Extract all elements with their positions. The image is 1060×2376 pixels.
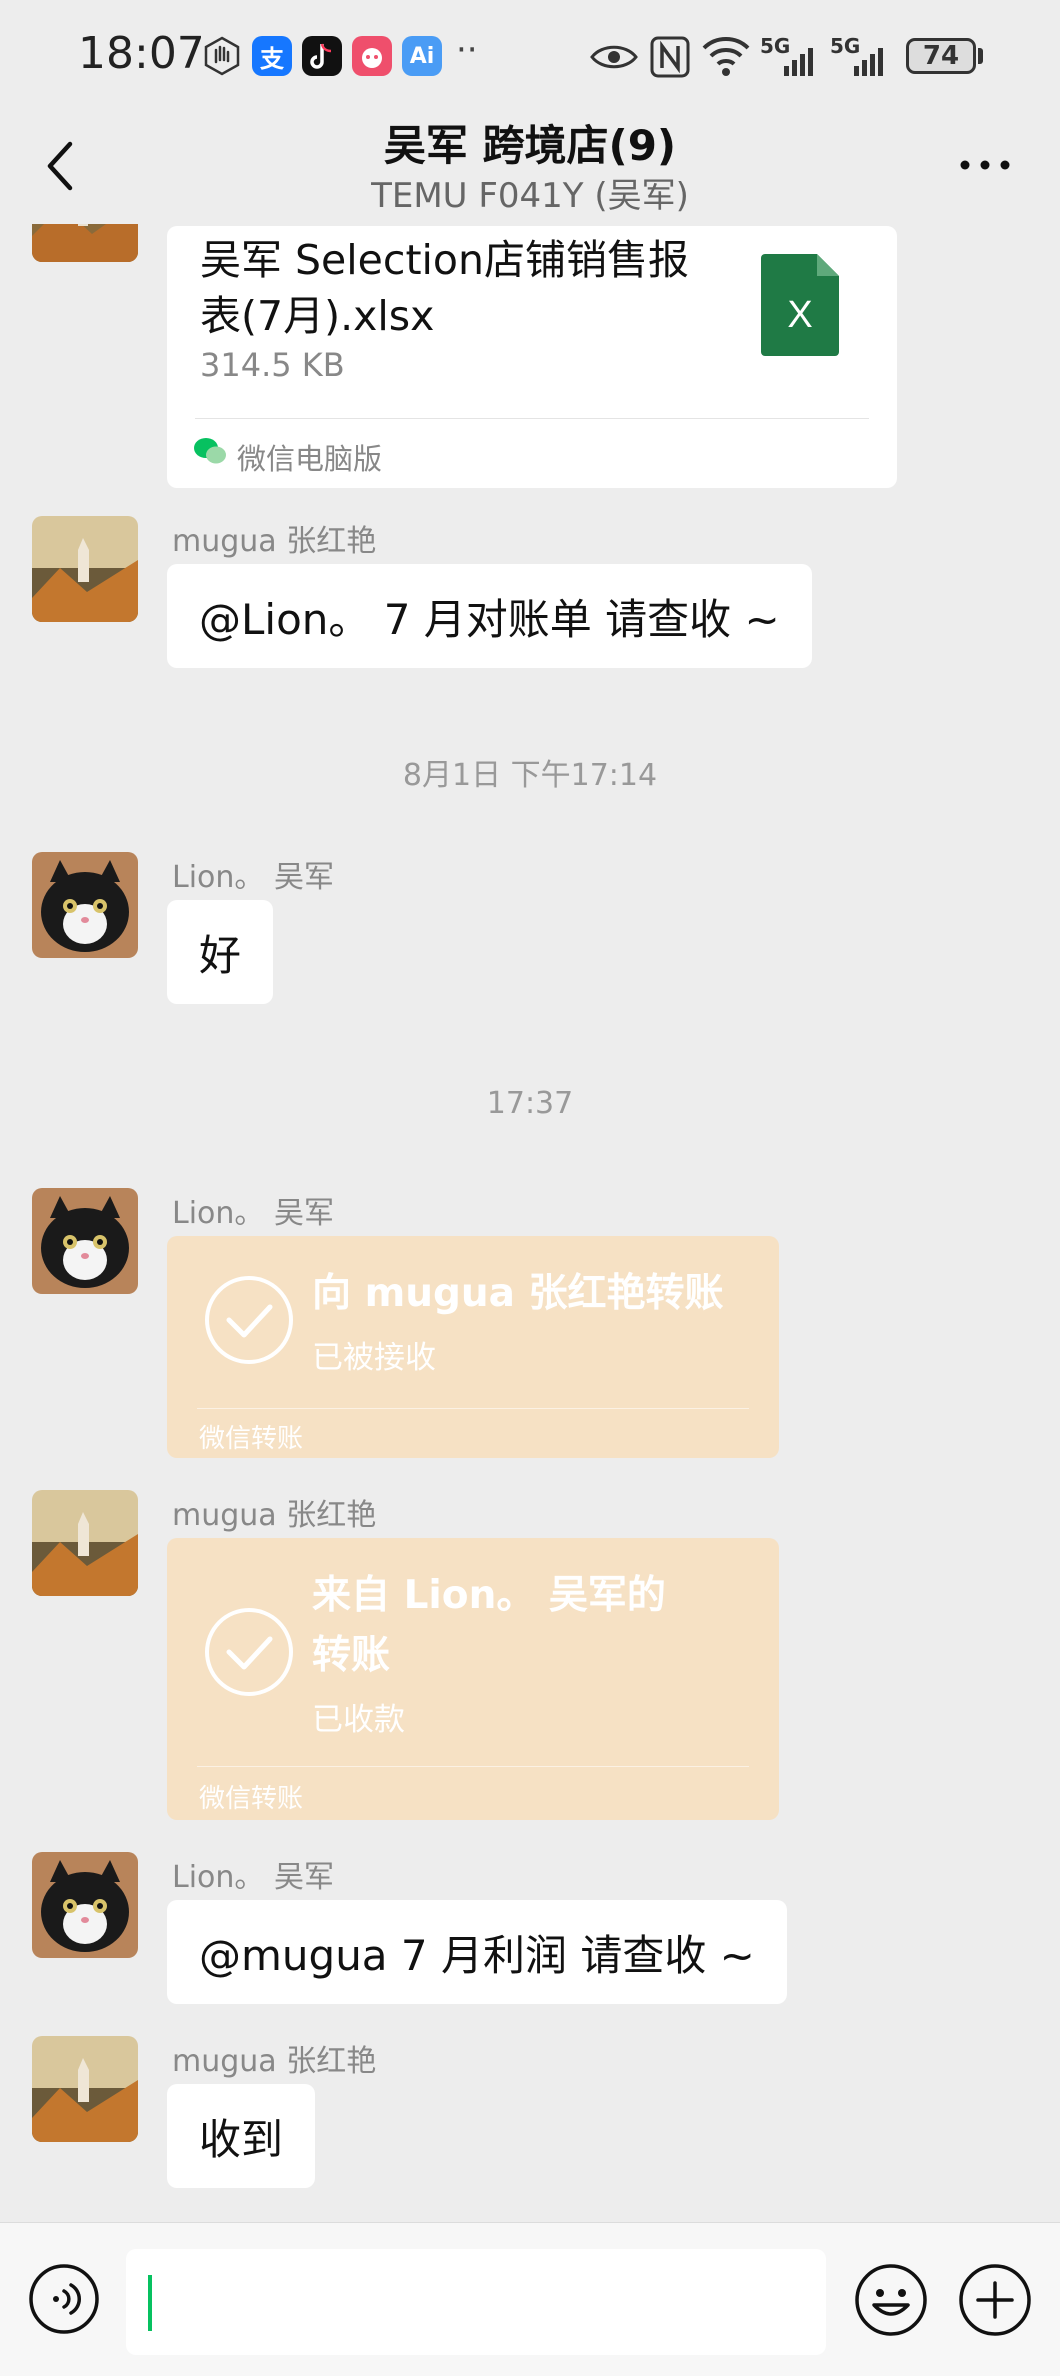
signal-icon — [784, 48, 813, 76]
file-source: 微信电脑版 — [237, 442, 383, 476]
nfc-icon — [650, 36, 690, 78]
excel-icon-letter: X — [787, 294, 813, 336]
voice-input-icon[interactable] — [28, 2263, 100, 2335]
transfer-card-received[interactable]: 来自 Lion。 吴军的 转账 已收款 微信转账 — [167, 1538, 779, 1820]
battery-indicator: 74 — [906, 38, 976, 74]
eye-icon — [590, 45, 638, 69]
alipay-icon: 支 — [252, 36, 292, 76]
message-input[interactable] — [126, 2249, 826, 2355]
transfer-title-line2: 转账 — [312, 1633, 391, 1678]
hand-icon — [202, 36, 242, 76]
chat-title: 吴军 跨境店(9) — [383, 121, 677, 170]
signal-icon-2 — [854, 48, 883, 76]
check-circle-icon — [205, 1608, 293, 1696]
more-options-icon[interactable] — [955, 150, 1015, 180]
timestamp: 17:37 — [486, 1086, 574, 1121]
input-bar — [0, 2222, 1060, 2376]
message-bubble[interactable]: @Lion。 7 月对账单 请查收 ~ — [167, 564, 812, 668]
message-bubble[interactable]: 好 — [167, 900, 274, 1004]
message-list[interactable]: 吴军 Selection店铺销售报表(7月).xlsx 314.5 KB X 微… — [0, 224, 1060, 2222]
app-3615-icon — [352, 36, 392, 76]
sender-name: Lion。 吴军 — [172, 860, 334, 895]
sender-name: Lion。 吴军 — [172, 1860, 334, 1895]
file-message[interactable]: 吴军 Selection店铺销售报表(7月).xlsx 314.5 KB X 微… — [167, 226, 897, 488]
more-notifications: ·· — [456, 30, 478, 70]
timestamp: 8月1日 下午17:14 — [402, 758, 658, 793]
avatar[interactable] — [32, 1852, 138, 1958]
avatar[interactable] — [32, 1490, 138, 1596]
tiktok-icon — [302, 36, 342, 76]
chat-subtitle: TEMU F041Y (吴军) — [371, 176, 689, 216]
status-bar: 18:07 支 Ai ·· 5G 5G 74 — [0, 0, 1060, 112]
sender-name: Lion。 吴军 — [172, 1196, 334, 1231]
transfer-status: 已被接收 — [312, 1340, 436, 1376]
sender-name: mugua 张红艳 — [172, 1498, 377, 1533]
sender-name: mugua 张红艳 — [172, 524, 377, 559]
avatar[interactable] — [32, 224, 138, 262]
text-cursor — [148, 2275, 152, 2331]
avatar[interactable] — [32, 852, 138, 958]
transfer-footer: 微信转账 — [199, 1784, 304, 1814]
transfer-footer: 微信转账 — [199, 1424, 304, 1454]
transfer-title: 向 mugua 张红艳转账 — [312, 1271, 724, 1316]
transfer-card-sent[interactable]: 向 mugua 张红艳转账 已被接收 微信转账 — [167, 1236, 779, 1458]
avatar[interactable] — [32, 516, 138, 622]
sender-name: mugua 张红艳 — [172, 2044, 377, 2079]
status-time: 18:07 — [78, 28, 205, 79]
file-name: 吴军 Selection店铺销售报表(7月).xlsx — [200, 236, 689, 340]
wifi-icon — [702, 37, 750, 76]
divider — [197, 1766, 749, 1767]
check-circle-icon — [205, 1276, 293, 1364]
chat-header: 吴军 跨境店(9) TEMU F041Y (吴军) — [0, 112, 1060, 224]
more-functions-icon[interactable] — [958, 2263, 1032, 2337]
divider — [197, 1408, 749, 1409]
ai-icon: Ai — [402, 36, 442, 76]
file-size: 314.5 KB — [200, 346, 345, 384]
emoji-icon[interactable] — [854, 2263, 928, 2337]
transfer-status: 已收款 — [312, 1702, 405, 1738]
avatar[interactable] — [32, 1188, 138, 1294]
battery-tip — [978, 48, 983, 64]
wechat-icon — [194, 438, 226, 464]
avatar[interactable] — [32, 2036, 138, 2142]
message-bubble[interactable]: @mugua 7 月利润 请查收 ~ — [167, 1900, 787, 2004]
transfer-title-line1: 来自 Lion。 吴军的 — [312, 1573, 666, 1618]
message-bubble[interactable]: 收到 — [167, 2084, 316, 2188]
divider — [195, 418, 869, 419]
